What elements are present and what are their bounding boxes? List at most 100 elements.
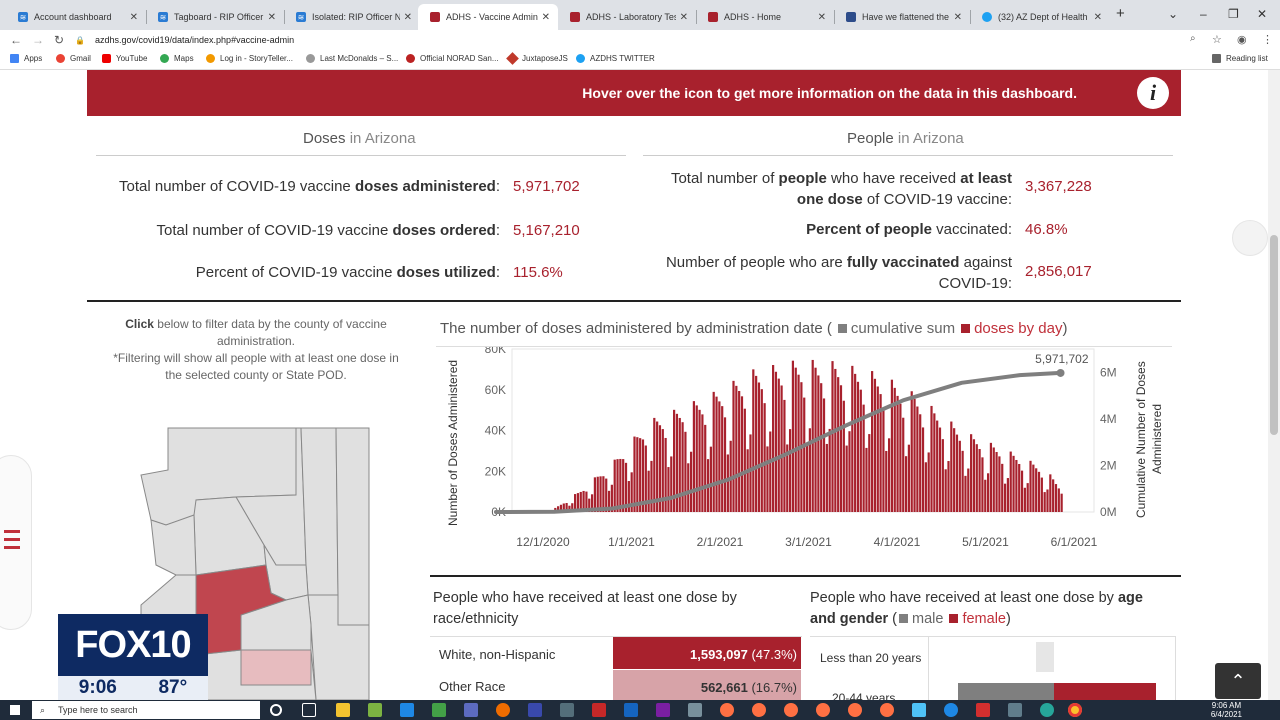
app-icon[interactable] — [784, 703, 798, 717]
app-icon[interactable] — [624, 703, 638, 717]
page-scrollbar[interactable] — [1268, 70, 1280, 700]
tab-3[interactable]: ADHS - Vaccine Administra ✕ — [418, 4, 558, 30]
app-icon[interactable] — [400, 703, 414, 717]
close-icon[interactable]: ✕ — [954, 12, 962, 23]
back-to-top-button[interactable]: ⌃ — [1215, 663, 1261, 699]
bookmark-apps[interactable]: Apps — [10, 54, 42, 63]
close-icon[interactable]: ✕ — [818, 12, 826, 23]
apps-icon — [10, 54, 19, 63]
taskbar-clock[interactable]: 9:06 AM 6/4/2021 — [1211, 701, 1242, 719]
close-icon[interactable]: ✕ — [130, 12, 138, 23]
right-tick-label: 6M — [1100, 365, 1117, 379]
info-banner: Hover over the icon to get more informat… — [87, 70, 1181, 116]
tab-search-icon[interactable]: ⌄ — [1168, 7, 1178, 21]
daily-dose-bar — [709, 446, 712, 512]
profile-icon[interactable]: ◉ — [1237, 33, 1247, 46]
app-icon[interactable] — [464, 703, 478, 717]
county-pinal-highlight[interactable] — [240, 649, 312, 686]
forward-icon[interactable]: → — [32, 33, 44, 47]
bookmark-gmail[interactable]: Gmail — [56, 54, 91, 63]
app-icon[interactable] — [368, 703, 382, 717]
cortana-icon[interactable] — [270, 704, 282, 716]
close-icon[interactable]: ✕ — [1094, 12, 1102, 23]
tab-5[interactable]: ADHS - Home ✕ — [696, 4, 834, 30]
doses-chart[interactable]: 80K60K40K20K0K6M4M2M0M12/1/2020 1/1/2021 2… — [436, 347, 1172, 557]
daily-dose-bar — [831, 361, 834, 512]
tab-2[interactable]: ≋ Isolated: RIP Officer New ✕ — [284, 4, 420, 30]
tab-7[interactable]: (32) AZ Dept of Health on ✕ — [970, 4, 1110, 30]
minimize-icon[interactable]: – — [1200, 7, 1207, 21]
hamburger-menu-icon[interactable] — [4, 530, 20, 550]
reading-list-icon — [1212, 54, 1221, 63]
restore-icon[interactable]: ❐ — [1228, 7, 1239, 21]
county-la-paz[interactable] — [150, 514, 197, 576]
bookmark-norad[interactable]: Official NORAD San... — [406, 54, 499, 63]
taskbar-search[interactable]: ⌕ Type here to search — [32, 701, 260, 719]
task-view-icon[interactable] — [302, 703, 316, 717]
url-field[interactable]: 🔒 azdhs.gov/covid19/data/index.php#vaccin… — [75, 31, 1225, 49]
close-window-icon[interactable]: ✕ — [1257, 7, 1267, 21]
close-icon[interactable]: ✕ — [268, 12, 276, 23]
daily-dose-bar — [1032, 464, 1035, 512]
app-icon[interactable] — [656, 703, 670, 717]
app-icon[interactable] — [912, 703, 926, 717]
chrome-icon[interactable] — [1068, 703, 1082, 717]
age-bar-20-44-female[interactable] — [1054, 683, 1156, 700]
app-icon[interactable] — [560, 703, 574, 717]
tab-6[interactable]: Have we flattened the curv ✕ — [834, 4, 970, 30]
app-icon[interactable] — [496, 703, 510, 717]
star-icon[interactable]: ☆ — [1212, 33, 1222, 46]
bookmark-juxtapose[interactable]: JuxtaposeJS — [506, 52, 568, 65]
app-icon[interactable] — [592, 703, 606, 717]
close-icon[interactable]: ✕ — [680, 12, 688, 23]
daily-dose-bar — [1046, 489, 1049, 512]
tab-0[interactable]: ≋ Account dashboard ✕ — [6, 4, 146, 30]
daily-dose-bar — [797, 374, 800, 512]
daily-dose-bar — [907, 444, 910, 512]
app-icon[interactable] — [528, 703, 542, 717]
close-icon[interactable]: ✕ — [542, 12, 550, 23]
bookmark-storyteller[interactable]: Log in - StoryTeller... — [206, 54, 293, 63]
close-icon[interactable]: ✕ — [404, 12, 412, 23]
daily-dose-bar — [970, 434, 973, 512]
daily-dose-bar — [704, 424, 707, 512]
bookmark-azdhs-twitter[interactable]: AZDHS TWITTER — [576, 54, 655, 63]
doses-title: Doses in Arizona — [303, 130, 416, 147]
bookmark-maps[interactable]: Maps — [160, 54, 194, 63]
daily-dose-bar — [820, 383, 823, 512]
app-icon[interactable] — [688, 703, 702, 717]
scroll-circle[interactable] — [1232, 220, 1268, 256]
age-bar-20-44-male[interactable] — [958, 683, 1054, 700]
age-bar-under20-male[interactable] — [1036, 642, 1054, 672]
fox10-overlay: FOX10 9:06 87° — [58, 614, 208, 700]
edge-icon[interactable] — [1040, 703, 1054, 717]
daily-dose-bar — [695, 405, 698, 512]
people-one-dose-value: 3,367,228 — [1025, 178, 1092, 195]
edge-icon[interactable] — [944, 703, 958, 717]
windows-start-icon[interactable] — [10, 705, 20, 715]
app-icon[interactable] — [432, 703, 446, 717]
file-explorer-icon[interactable] — [336, 703, 350, 717]
reload-icon[interactable]: ↻ — [54, 33, 64, 47]
app-icon[interactable] — [1008, 703, 1022, 717]
bookmark-mcdonalds[interactable]: Last McDonalds – S... — [306, 54, 398, 63]
zoom-icon[interactable]: ⌕ — [1190, 33, 1196, 44]
tab-4[interactable]: ADHS - Laboratory Testing ✕ — [558, 4, 696, 30]
daily-dose-bar — [763, 403, 766, 512]
daily-dose-bar — [938, 427, 942, 512]
reading-list[interactable]: Reading list — [1212, 54, 1268, 63]
app-icon[interactable] — [816, 703, 830, 717]
info-icon[interactable]: i — [1137, 77, 1169, 109]
new-tab-icon[interactable]: + — [1116, 5, 1125, 22]
bookmark-youtube[interactable]: YouTube — [102, 54, 147, 63]
app-icon[interactable] — [720, 703, 734, 717]
app-icon[interactable] — [880, 703, 894, 717]
back-icon[interactable]: ← — [10, 33, 22, 47]
county-apache[interactable] — [335, 427, 370, 626]
app-icon[interactable] — [848, 703, 862, 717]
app-icon[interactable] — [752, 703, 766, 717]
tab-1[interactable]: ≋ Tagboard - RIP Officer New ✕ — [146, 4, 284, 30]
daily-dose-bar — [769, 431, 772, 512]
menu-icon[interactable]: ⋮ — [1262, 33, 1273, 46]
app-icon[interactable] — [976, 703, 990, 717]
